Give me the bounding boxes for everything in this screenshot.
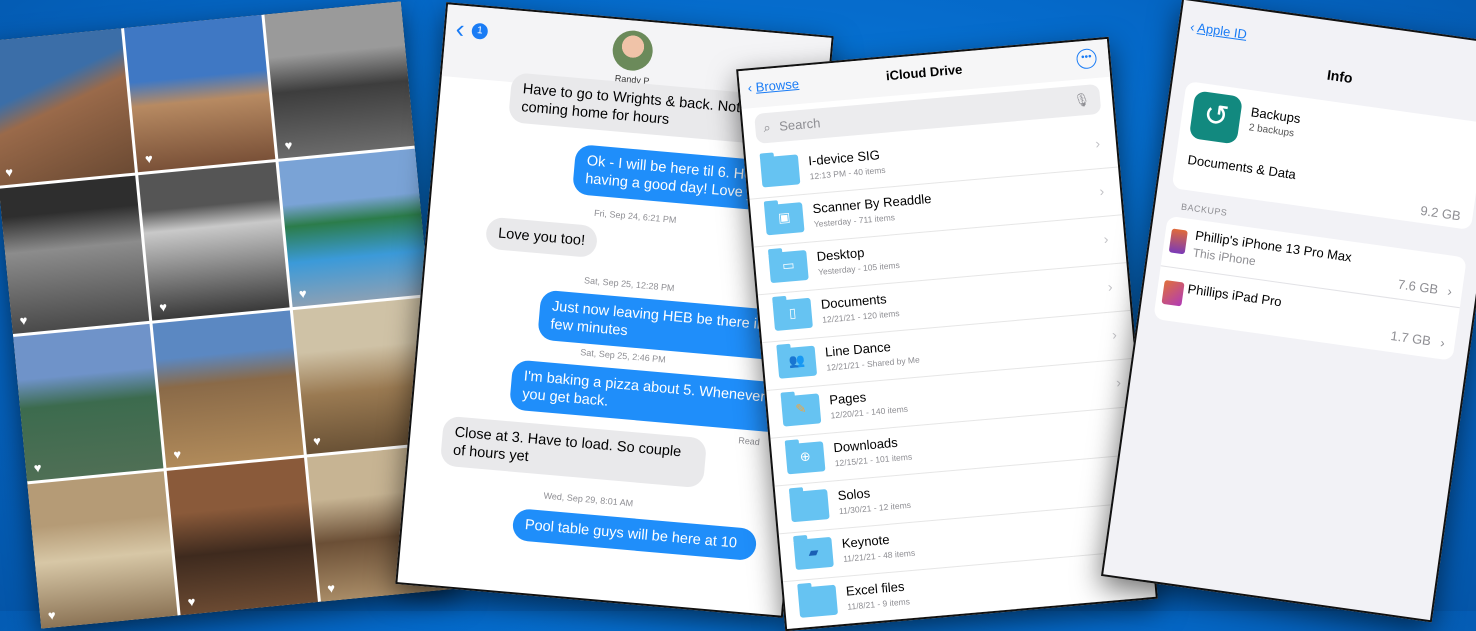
heart-icon[interactable]: ♥ (312, 433, 321, 449)
desktop-folder-icon: ▭ (768, 249, 809, 284)
heart-icon[interactable]: ♥ (327, 580, 336, 596)
heart-icon[interactable]: ♥ (187, 594, 196, 610)
backup-info-screen: ‹ Apple ID Info ↺ Backups 2 backups Docu… (1100, 0, 1476, 623)
photo-thumbnail[interactable]: ♥ (0, 175, 150, 334)
folder-name: Excel files (845, 578, 906, 599)
photo-thumbnail[interactable]: ♥ (0, 28, 136, 186)
backups-list: Phillip's iPhone 13 Pro Max This iPhone … (1153, 215, 1467, 361)
folder-icon (797, 584, 839, 618)
documents-data-label: Documents & Data (1186, 152, 1297, 183)
message-bubble-incoming[interactable]: Love you too! (484, 216, 599, 259)
ipad-icon (1161, 279, 1185, 307)
icloud-drive-screen: ‹ Browse iCloud Drive ••• ⌕ Search 🎙 I-d… (736, 36, 1158, 631)
chevron-right-icon: › (1446, 283, 1454, 299)
folder-icon (759, 154, 801, 188)
heart-icon[interactable]: ♥ (33, 460, 42, 476)
microphone-icon[interactable]: 🎙 (1073, 92, 1091, 109)
folder-name: Solos (837, 485, 871, 504)
chevron-right-icon: › (1094, 134, 1101, 152)
photo-grid: ♥ ♥ ♥ ♥ ♥ ♥ ♥ ♥ ♥ ♥ ♥ ♥ (0, 1, 458, 629)
search-placeholder: Search (778, 115, 821, 134)
photo-thumbnail[interactable]: ♥ (264, 1, 415, 160)
heart-icon[interactable]: ♥ (284, 138, 293, 154)
backup-restore-icon: ↺ (1188, 90, 1244, 145)
folder-name: Keynote (841, 531, 891, 551)
folder-name: Desktop (816, 244, 865, 265)
chevron-right-icon: › (1098, 182, 1105, 200)
folder-name: Line Dance (824, 338, 892, 360)
folder-name: Scanner By Readdle (811, 190, 933, 217)
section-header: BACKUPS (1180, 201, 1228, 218)
photo-thumbnail[interactable]: ♥ (138, 162, 290, 321)
chevron-right-icon: › (1115, 374, 1122, 391)
photo-thumbnail[interactable]: ♥ (27, 470, 178, 629)
shared-folder-icon: 👥 (776, 345, 818, 379)
folder-icon (789, 489, 830, 523)
photo-thumbnail[interactable]: ♥ (166, 457, 318, 616)
heart-icon[interactable]: ♥ (5, 165, 14, 181)
message-bubble-incoming[interactable]: Close at 3. Have to load. So couple of h… (439, 415, 708, 489)
heart-icon[interactable]: ♥ (173, 446, 182, 462)
folder-name: Documents (820, 291, 888, 312)
folder-name: Pages (828, 389, 867, 408)
pages-folder-icon: ✎ (780, 393, 822, 427)
folder-meta: 11/21/21 - 48 items (842, 547, 916, 564)
chevron-right-icon: › (1102, 230, 1109, 247)
photos-grid-screen: ♥ ♥ ♥ ♥ ♥ ♥ ♥ ♥ ♥ ♥ ♥ ♥ (0, 1, 458, 629)
more-options-icon[interactable]: ••• (1075, 47, 1098, 70)
search-icon: ⌕ (762, 119, 772, 136)
message-timestamp: Wed, Sep 29, 8:01 AM (543, 490, 634, 509)
unread-badge: 1 (471, 22, 489, 40)
apple-id-back-button[interactable]: ‹ Apple ID (1189, 19, 1248, 42)
iphone-icon (1168, 228, 1188, 255)
device-name: Phillips iPad Pro (1186, 281, 1283, 310)
folder-meta: 11/8/21 - 9 items (846, 596, 911, 612)
documents-data-size: 9.2 GB (1419, 202, 1462, 224)
device-backup-size: 1.7 GB (1389, 327, 1432, 349)
folder-meta: 11/30/21 - 12 items (838, 499, 912, 517)
contact-avatar[interactable] (611, 28, 655, 73)
back-chevron-icon[interactable]: ‹ (455, 13, 466, 44)
chevron-right-icon: › (1439, 334, 1446, 351)
message-bubble-outgoing[interactable]: Pool table guys will be here at 10 (511, 508, 758, 562)
download-folder-icon: ⊕ (785, 441, 826, 475)
photo-thumbnail[interactable]: ♥ (278, 148, 429, 307)
read-receipt: Read (737, 435, 761, 448)
photo-thumbnail[interactable]: ♥ (13, 323, 164, 482)
heart-icon[interactable]: ♥ (47, 607, 56, 623)
app-folder-icon: ▣ (764, 202, 805, 236)
photo-thumbnail[interactable]: ♥ (124, 14, 275, 173)
apple-id-back-label: Apple ID (1196, 20, 1248, 42)
chevron-right-icon: › (1107, 278, 1114, 295)
message-bubble-outgoing[interactable]: I'm baking a pizza about 5. Whenever you… (508, 359, 787, 434)
document-folder-icon: ▯ (772, 297, 813, 331)
heart-icon[interactable]: ♥ (19, 312, 28, 328)
device-backup-size: 7.6 GB (1397, 276, 1440, 297)
heart-icon[interactable]: ♥ (298, 285, 307, 301)
heart-icon[interactable]: ♥ (159, 299, 168, 315)
keynote-folder-icon: ▰ (793, 536, 834, 571)
chevron-right-icon: › (1111, 326, 1118, 343)
folder-name: Downloads (832, 434, 899, 456)
app-subtitle: 2 backups (1248, 122, 1295, 140)
heart-icon[interactable]: ♥ (144, 151, 153, 167)
photo-thumbnail[interactable]: ♥ (152, 309, 304, 468)
